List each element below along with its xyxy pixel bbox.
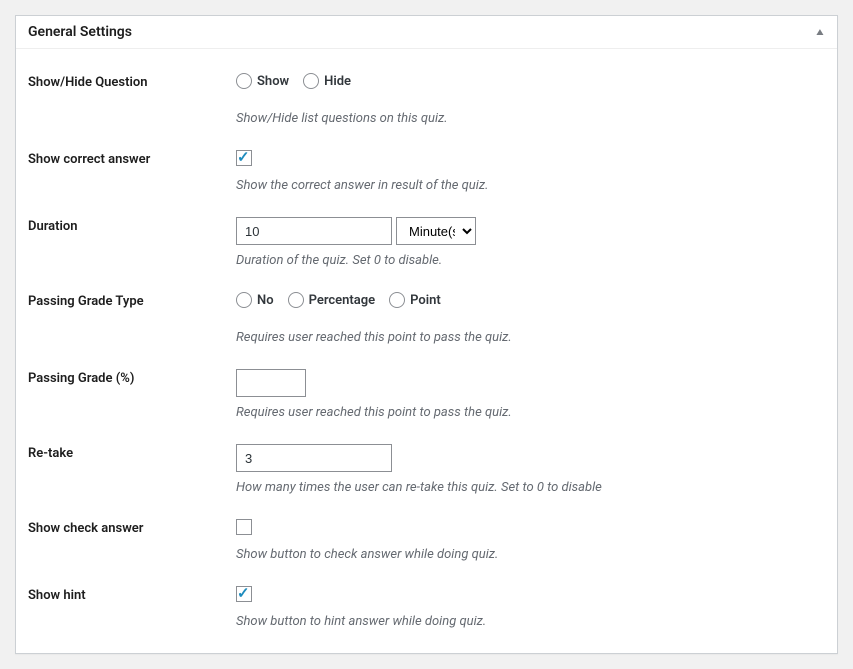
checkbox-show-check-answer[interactable] bbox=[236, 519, 252, 535]
panel-body: Show/Hide Question Show Hide Show/Hide l… bbox=[16, 49, 837, 653]
radio-hide-label: Hide bbox=[324, 74, 351, 89]
input-retake[interactable] bbox=[236, 444, 392, 472]
label-show-correct-answer: Show correct answer bbox=[28, 150, 236, 167]
general-settings-panel: General Settings ▲ Show/Hide Question Sh… bbox=[15, 15, 838, 654]
field-duration: Duration Minute(s) Duration of the quiz.… bbox=[28, 217, 825, 268]
field-show-correct-answer: Show correct answer Show the correct ans… bbox=[28, 150, 825, 193]
label-show-hint: Show hint bbox=[28, 586, 236, 603]
input-duration[interactable] bbox=[236, 217, 392, 245]
field-show-hint: Show hint Show button to hint answer whi… bbox=[28, 586, 825, 629]
label-show-hide-question: Show/Hide Question bbox=[28, 73, 236, 90]
radio-pgt-point[interactable]: Point bbox=[389, 292, 441, 308]
radio-pgt-percentage[interactable]: Percentage bbox=[288, 292, 376, 308]
field-passing-grade-type: Passing Grade Type No Percentage Point bbox=[28, 292, 825, 345]
field-passing-grade: Passing Grade (%) Requires user reached … bbox=[28, 369, 825, 420]
radio-pgt-percentage-label: Percentage bbox=[309, 293, 376, 308]
radio-pgt-point-input[interactable] bbox=[389, 292, 405, 308]
label-passing-grade-type: Passing Grade Type bbox=[28, 292, 236, 309]
checkbox-show-hint[interactable] bbox=[236, 586, 252, 602]
radio-show[interactable]: Show bbox=[236, 73, 289, 89]
field-retake: Re-take How many times the user can re-t… bbox=[28, 444, 825, 495]
label-retake: Re-take bbox=[28, 444, 236, 461]
panel-title: General Settings bbox=[28, 24, 132, 40]
label-duration: Duration bbox=[28, 217, 236, 234]
radio-pgt-no[interactable]: No bbox=[236, 292, 274, 308]
desc-retake: How many times the user can re-take this… bbox=[236, 480, 825, 495]
radio-group-show-hide: Show Hide bbox=[236, 73, 825, 89]
desc-show-correct-answer: Show the correct answer in result of the… bbox=[236, 178, 825, 193]
checkbox-show-correct-answer[interactable] bbox=[236, 150, 252, 166]
radio-pgt-no-input[interactable] bbox=[236, 292, 252, 308]
radio-pgt-point-label: Point bbox=[410, 293, 441, 308]
radio-pgt-percentage-input[interactable] bbox=[288, 292, 304, 308]
select-duration-unit[interactable]: Minute(s) bbox=[396, 217, 476, 245]
desc-passing-grade-type: Requires user reached this point to pass… bbox=[236, 330, 825, 345]
desc-duration: Duration of the quiz. Set 0 to disable. bbox=[236, 253, 825, 268]
label-show-check-answer: Show check answer bbox=[28, 519, 236, 536]
input-passing-grade[interactable] bbox=[236, 369, 306, 397]
desc-passing-grade: Requires user reached this point to pass… bbox=[236, 405, 825, 420]
radio-show-input[interactable] bbox=[236, 73, 252, 89]
desc-show-hide-question: Show/Hide list questions on this quiz. bbox=[236, 111, 825, 126]
desc-show-check-answer: Show button to check answer while doing … bbox=[236, 547, 825, 562]
desc-show-hint: Show button to hint answer while doing q… bbox=[236, 614, 825, 629]
field-show-check-answer: Show check answer Show button to check a… bbox=[28, 519, 825, 562]
radio-hide-input[interactable] bbox=[303, 73, 319, 89]
field-show-hide-question: Show/Hide Question Show Hide Show/Hide l… bbox=[28, 73, 825, 126]
radio-group-passing-grade-type: No Percentage Point bbox=[236, 292, 825, 308]
radio-hide[interactable]: Hide bbox=[303, 73, 351, 89]
panel-toggle-icon[interactable]: ▲ bbox=[814, 27, 826, 38]
radio-pgt-no-label: No bbox=[257, 293, 274, 308]
label-passing-grade: Passing Grade (%) bbox=[28, 369, 236, 386]
panel-header[interactable]: General Settings ▲ bbox=[16, 16, 837, 49]
radio-show-label: Show bbox=[257, 74, 289, 89]
